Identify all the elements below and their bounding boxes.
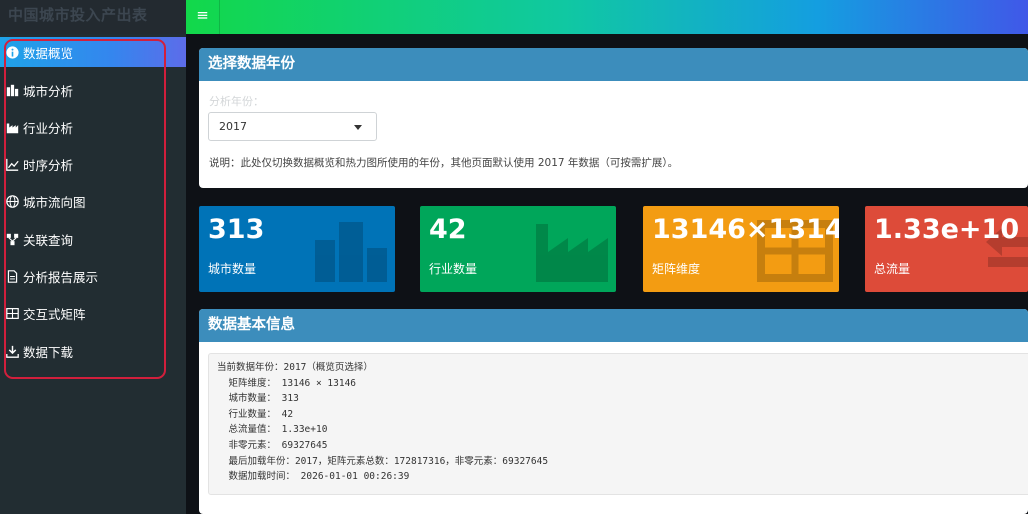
year-select-value: 2017: [219, 120, 247, 133]
sidebar-item-label: 时序分析: [23, 157, 74, 173]
year-note: 说明：此处仅切换数据概览和热力图所使用的年份，其他页面默认使用 2017 年数据…: [209, 157, 679, 169]
sidebar-item-overview[interactable]: 数据概览: [0, 37, 186, 67]
download-icon: [6, 345, 19, 358]
city-icon: [6, 84, 19, 97]
value-box-cities: 313 城市数量: [199, 206, 395, 292]
top-navbar: ≡: [186, 0, 1028, 34]
info-line: 总流量值： 1.33e+10: [217, 424, 328, 436]
sidebar: 数据概览 城市分析 行业分析 时序分析 城市流向图 关联查询 分析报告展示 交互…: [0, 34, 186, 514]
tile-label: 总流量: [874, 262, 911, 276]
sidebar-item-label: 城市流向图: [23, 194, 86, 210]
value-box-total-flow: 1.33e+10 总流量: [865, 206, 1028, 292]
industry-icon: [6, 121, 19, 134]
sidebar-item-label: 城市分析: [23, 83, 74, 99]
globe-icon: [6, 194, 19, 208]
sidebar-item-reports[interactable]: 分析报告展示: [0, 261, 186, 291]
tile-label: 行业数量: [429, 262, 478, 276]
info-line: 数据加载时间： 2026-01-01 00:26:39: [217, 471, 410, 483]
sidebar-item-city-flow[interactable]: 城市流向图: [0, 186, 186, 216]
info-line: 行业数量： 42: [217, 408, 294, 420]
tile-label: 城市数量: [208, 262, 257, 276]
main-content: 选择数据年份 分析年份： 2017 说明：此处仅切换数据概览和热力图所使用的年份…: [186, 34, 1028, 514]
tile-value: 13146×13146: [652, 214, 839, 245]
box-title: 选择数据年份: [199, 48, 1028, 81]
sidebar-item-label: 关联查询: [23, 232, 74, 248]
sidebar-item-label: 数据概览: [23, 45, 74, 61]
sidebar-toggle-button[interactable]: ≡: [186, 0, 220, 34]
box-title: 数据基本信息: [199, 309, 1028, 342]
year-select[interactable]: 2017: [208, 112, 377, 141]
year-select-box: 选择数据年份 分析年份： 2017 说明：此处仅切换数据概览和热力图所使用的年份…: [199, 48, 1028, 188]
document-icon: [6, 269, 19, 283]
sidebar-item-relation-query[interactable]: 关联查询: [0, 224, 186, 254]
sidebar-item-timeseries[interactable]: 时序分析: [0, 149, 186, 179]
value-box-matrix-dimension: 13146×13146 矩阵维度: [643, 206, 839, 292]
line-chart-icon: [6, 158, 19, 171]
info-line: 矩阵维度： 13146 × 13146: [217, 377, 357, 389]
info-circle-icon: [6, 45, 19, 59]
factory-icon: [534, 218, 610, 282]
tile-value: 1.33e+10: [874, 214, 1020, 245]
value-box-industries: 42 行业数量: [420, 206, 616, 292]
sidebar-item-label: 行业分析: [23, 120, 74, 136]
app-title[interactable]: 中国城市投入产出表: [0, 0, 186, 34]
sidebar-item-city-analysis[interactable]: 城市分析: [0, 75, 186, 105]
sidebar-item-label: 交互式矩阵: [23, 306, 86, 322]
building-icon: [313, 218, 389, 282]
data-info-box: 数据基本信息 当前数据年份：2017（概览页选择） 矩阵维度： 13146 × …: [199, 309, 1028, 514]
tile-value: 42: [429, 214, 467, 245]
sidebar-item-label: 分析报告展示: [23, 269, 99, 285]
info-line: 当前数据年份：2017（概览页选择）: [217, 362, 373, 373]
tile-label: 矩阵维度: [652, 262, 701, 276]
info-line: 非零元素： 69327645: [217, 439, 328, 451]
info-line: 最后加载年份：2017，矩阵元素总数：172817316，非零元素：693276…: [217, 455, 549, 467]
menu-icon: ≡: [196, 6, 209, 24]
network-icon: [6, 233, 19, 246]
table-icon: [6, 307, 19, 320]
data-info-text: 当前数据年份：2017（概览页选择） 矩阵维度： 13146 × 13146 城…: [208, 353, 1028, 495]
caret-down-icon: [354, 125, 362, 130]
sidebar-item-interactive-matrix[interactable]: 交互式矩阵: [0, 298, 186, 328]
tile-value: 313: [208, 214, 265, 245]
info-line: 城市数量： 313: [217, 393, 299, 405]
year-field-label: 分析年份：: [209, 95, 264, 108]
sidebar-item-data-download[interactable]: 数据下载: [0, 336, 186, 366]
sidebar-item-industry-analysis[interactable]: 行业分析: [0, 112, 186, 142]
sidebar-item-label: 数据下载: [23, 344, 74, 360]
